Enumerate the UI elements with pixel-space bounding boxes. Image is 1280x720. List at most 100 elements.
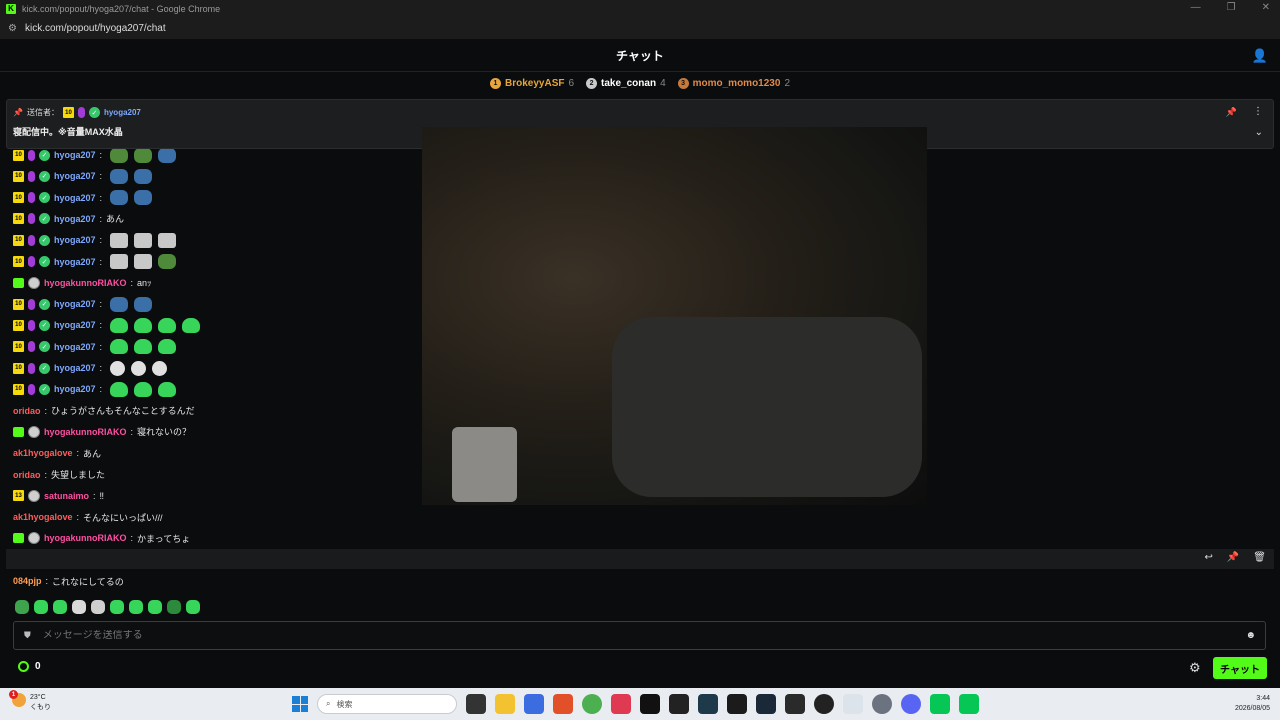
chat-username[interactable]: hyogakunnoRIAKO [44,278,127,288]
chat-message[interactable]: 10 ✓ hyoga207: [13,252,178,272]
hovered-message-row[interactable]: ↩ 📌 🗑 [6,549,1274,569]
chat-message[interactable]: 10 ✓ hyoga207: [13,230,178,250]
chat-message[interactable]: 10 ✓ hyoga207: [13,315,202,335]
chat-username[interactable]: hyoga207 [54,214,96,224]
more-options-icon[interactable]: ⋮ [1253,106,1263,117]
emote-blob-icon[interactable] [134,381,153,397]
emote-icon[interactable] [110,600,124,614]
leaderboard-entry-3[interactable]: 3 momo_momo1230 2 [677,77,790,89]
emote-blob-icon[interactable] [110,339,129,355]
chat-username[interactable]: 084pjp [13,576,42,586]
line-icon[interactable] [959,694,979,714]
emote-frog-icon[interactable] [110,147,129,163]
emote-train-icon[interactable] [110,296,129,312]
windows-start-icon[interactable] [292,696,308,712]
chat-username[interactable]: hyoga207 [54,342,96,352]
chat-message[interactable]: 084pjp: これなにしてるの [13,571,124,591]
emote-blob-icon[interactable] [158,339,177,355]
emote-frog-icon[interactable] [134,147,153,163]
chat-username[interactable]: hyogakunnoRIAKO [44,427,127,437]
taskbar-search[interactable]: ⌕ 検索 [317,694,457,714]
chat-message[interactable]: ak1hyogalove: あん [13,443,101,463]
app-icon[interactable] [843,694,863,714]
chat-username[interactable]: hyoga207 [54,235,96,245]
emote-icon[interactable] [34,600,48,614]
emote-train-icon[interactable] [158,147,177,163]
chat-username[interactable]: ak1hyogalove [13,512,73,522]
message-input[interactable] [42,630,1203,641]
app-icon[interactable] [611,694,631,714]
gear-icon[interactable]: ⚙ [1189,660,1201,676]
chat-message[interactable]: 13 satunaimo: ‼ [13,486,104,506]
emote-train-icon[interactable] [134,296,153,312]
restore-icon[interactable]: ❐ [1227,2,1236,13]
emote-blob-icon[interactable] [110,317,129,333]
emote-horse-icon[interactable] [158,232,177,248]
emote-skull-icon[interactable] [152,360,168,376]
app-icon[interactable] [524,694,544,714]
chat-username[interactable]: hyoga207 [54,384,96,394]
emote-blob-icon[interactable] [158,381,177,397]
emote-icon[interactable] [167,600,181,614]
chat-username[interactable]: oridao [13,470,41,480]
emote-icon[interactable] [129,600,143,614]
stream-video-popout[interactable] [422,127,927,505]
file-explorer-icon[interactable] [495,694,515,714]
emote-icon[interactable] [53,600,67,614]
chat-username[interactable]: hyoga207 [54,193,96,203]
emote-horse-icon[interactable] [110,254,129,269]
chat-message[interactable]: ak1hyogalove: そんなにいっぱい/// [13,507,163,527]
system-clock[interactable]: 3:44 2026/08/05 [1235,694,1270,714]
chat-input-box[interactable]: ⛊ ☻ [13,621,1266,650]
chat-message[interactable]: 10 ✓ hyoga207: [13,379,178,399]
emote-icon[interactable] [72,600,86,614]
brave-browser-icon[interactable] [553,694,573,714]
emote-train-icon[interactable] [134,168,153,184]
chat-message[interactable]: hyogakunnoRIAKO: anｯ [13,273,152,293]
chat-username[interactable]: oridao [13,406,41,416]
chat-username[interactable]: hyoga207 [54,299,96,309]
app-icon[interactable] [669,694,689,714]
line-icon[interactable] [930,694,950,714]
chat-message[interactable]: 10 ✓ hyoga207: [13,188,154,208]
chat-message[interactable]: oridao: ひょうがさんもそんなことするんだ [13,401,195,421]
channel-points[interactable]: 0 [18,661,41,672]
chat-username[interactable]: ak1hyogalove [13,448,73,458]
chrome-icon[interactable] [582,694,602,714]
app-icon[interactable] [785,694,805,714]
emote-horse-icon[interactable] [134,254,153,269]
leaderboard-entry-1[interactable]: 1 BrokeyyASF 6 [490,77,574,89]
emote-icon[interactable] [148,600,162,614]
emote-icon[interactable] [91,600,105,614]
emote-frog-icon[interactable] [158,254,177,269]
leaderboard-entry-2[interactable]: 2 take_conan 4 [586,77,666,89]
chat-username[interactable]: hyoga207 [54,171,96,181]
steam-icon[interactable] [756,694,776,714]
emote-blob-icon[interactable] [110,381,129,397]
send-chat-button[interactable]: チャット [1213,657,1267,679]
close-icon[interactable]: ✕ [1262,2,1270,13]
emote-icon[interactable] [186,600,200,614]
chat-message[interactable]: hyogakunnoRIAKO: 寝れないの？ [13,422,191,442]
pinned-username[interactable]: hyoga207 [104,108,141,117]
emote-train-icon[interactable] [110,190,129,206]
chat-username[interactable]: hyoga207 [54,363,96,373]
emote-horse-icon[interactable] [134,232,153,248]
chat-message[interactable]: 10 ✓ hyoga207: [13,337,178,357]
unpin-icon[interactable]: 📌 [1226,107,1237,118]
chat-message[interactable]: 10 ✓ hyoga207: [13,166,154,186]
app-icon[interactable] [698,694,718,714]
tiktok-icon[interactable] [640,694,660,714]
chat-message[interactable]: 10 ✓ hyoga207: あん [13,209,124,229]
chat-username[interactable]: hyogakunnoRIAKO [44,533,127,543]
emote-skull-icon[interactable] [110,360,126,376]
emote-icon[interactable] [15,600,29,614]
chat-message[interactable]: 10 ✓ hyoga207: [13,358,169,378]
emote-horse-icon[interactable] [110,232,129,248]
emote-blob-icon[interactable] [134,317,153,333]
chat-username[interactable]: hyoga207 [54,257,96,267]
chat-username[interactable]: hyoga207 [54,320,96,330]
settings-icon[interactable] [872,694,892,714]
weather-widget[interactable]: 1 23°C くもり [9,690,51,713]
emote-blob-icon[interactable] [134,339,153,355]
